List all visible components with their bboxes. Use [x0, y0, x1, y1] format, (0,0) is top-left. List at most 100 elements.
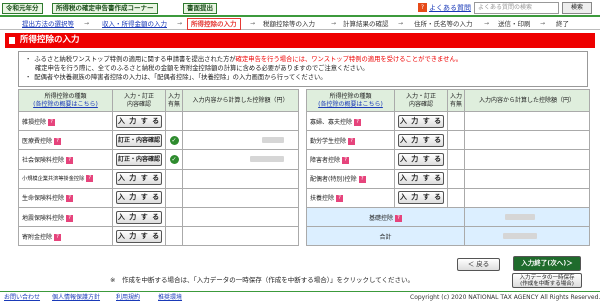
step-arrow-icon: →: [484, 20, 490, 27]
save-label-2: (作成を中断する場合): [520, 281, 574, 287]
help-icon[interactable]: ?: [354, 118, 362, 126]
help-icon[interactable]: ?: [48, 118, 56, 126]
submission-mode-tag: 書面提出: [183, 3, 217, 14]
notice-box: ・ふるさと納税ワンストップ特例の適用に関する申請書を提出された方が確定申告を行う…: [18, 51, 588, 87]
input-header: 入力・訂正 内容確認: [112, 89, 166, 112]
table-row: 障害者控除? 入 力 す る: [306, 149, 590, 170]
faq-search-button[interactable]: 検索: [562, 2, 592, 14]
input-header: 入力・訂正 内容確認: [394, 89, 448, 112]
help-icon[interactable]: ?: [66, 214, 74, 222]
faq-link[interactable]: ? よくある質問: [418, 3, 471, 13]
check-icon: ✓: [169, 154, 179, 164]
input-button[interactable]: 入 力 す る: [398, 191, 444, 205]
step-arrow-icon: →: [177, 20, 183, 27]
step-send-print: 送信・印刷: [498, 20, 531, 28]
header-divider: [0, 15, 600, 17]
recommended-env-link[interactable]: 推奨環境: [158, 293, 182, 303]
table-header-row: 所得控除の種類 (各控除の概要はこちら) 入力・訂正 内容確認 入力 有無 入力内…: [18, 89, 299, 112]
basic-deduction-label: 基礎控除?: [306, 206, 465, 228]
deduction-name: 地震保険料控除?: [18, 206, 113, 228]
total-amount: [464, 226, 590, 247]
help-icon[interactable]: ?: [66, 195, 74, 203]
help-icon[interactable]: ?: [54, 137, 62, 145]
step-result-check: 計算結果の確認: [343, 20, 389, 28]
deduction-name: 配偶者(特別)控除?: [306, 168, 395, 189]
amount-header: 入力内容から計算した控除額（円）: [182, 89, 299, 112]
table-row: 地震保険料控除? 入 力 す る: [18, 206, 299, 228]
deduction-name: 障害者控除?: [306, 149, 395, 170]
input-button[interactable]: 入 力 す る: [398, 133, 444, 147]
deduction-name: 勤労学生控除?: [306, 130, 395, 151]
help-icon[interactable]: ?: [358, 176, 366, 184]
deduction-name: 寡婦、寡夫控除?: [306, 110, 395, 132]
input-button[interactable]: 入 力 す る: [116, 229, 162, 243]
help-icon[interactable]: ?: [66, 156, 74, 164]
edit-confirm-button[interactable]: 訂正・内容確認: [116, 152, 162, 166]
input-button[interactable]: 入 力 す る: [398, 114, 444, 128]
input-button[interactable]: 入 力 す る: [116, 114, 162, 128]
save-footnote: ※ 作成を中断する場合は、「入力データの一時保存（作成を中断する場合）」をクリッ…: [110, 276, 415, 284]
table-row: 勤労学生控除? 入 力 す る: [306, 130, 590, 151]
deduction-amount: [182, 149, 299, 170]
step-arrow-icon: →: [398, 20, 404, 27]
kind-header: 所得控除の種類 (各控除の概要はこちら): [306, 89, 395, 112]
deduction-overview-link[interactable]: (各控除の概要はこちら): [318, 101, 383, 108]
check-icon: ✓: [169, 135, 179, 145]
help-icon[interactable]: ?: [395, 214, 402, 222]
progress-steps: 提出方法の選択等 → 収入・所得金額の入力 → 所得控除の入力 → 税額控除等の…: [0, 18, 600, 30]
redacted-amount: [250, 156, 284, 163]
step-income-input[interactable]: 収入・所得金額の入力: [102, 18, 167, 30]
deduction-name: 生命保険料控除?: [18, 187, 113, 208]
notice-line-1: ・ふるさと納税ワンストップ特例の適用に関する申請書を提出された方が確定申告を行う…: [25, 56, 463, 63]
step-submission-method[interactable]: 提出方法の選択等: [22, 18, 74, 30]
input-button[interactable]: 入 力 す る: [398, 172, 444, 186]
amount-header: 入力内容から計算した控除額（円）: [464, 89, 590, 112]
input-button[interactable]: 入 力 す る: [116, 210, 162, 224]
temporary-save-button[interactable]: 入力データの一時保存 (作成を中断する場合): [512, 273, 582, 288]
basic-deduction-amount: [464, 206, 590, 228]
table-row: 寄附金控除? 入 力 す る: [18, 226, 299, 247]
input-button[interactable]: 入 力 す る: [398, 152, 444, 166]
basic-deduction-row: 基礎控除?: [306, 206, 590, 228]
help-icon[interactable]: ?: [342, 156, 350, 164]
deduction-name: 医療費控除?: [18, 130, 113, 151]
step-arrow-icon: →: [250, 20, 256, 27]
deduction-overview-link[interactable]: (各控除の概要はこちら): [33, 101, 98, 108]
kind-header: 所得控除の種類 (各控除の概要はこちら): [18, 89, 113, 112]
help-icon[interactable]: ?: [336, 195, 344, 203]
faq-label: よくある質問: [429, 4, 471, 12]
step-arrow-icon: →: [540, 20, 546, 27]
help-icon[interactable]: ?: [86, 175, 94, 183]
redacted-amount: [262, 137, 284, 144]
deduction-amount: [182, 130, 299, 151]
copyright: Copyright (c) 2020 NATIONAL TAX AGENCY A…: [410, 294, 600, 301]
table-row: 扶養控除? 入 力 す る: [306, 187, 590, 208]
edit-confirm-button[interactable]: 訂正・内容確認: [116, 133, 162, 147]
contact-link[interactable]: お問い合わせ: [4, 293, 40, 303]
deduction-name: 雑損控除?: [18, 110, 113, 132]
table-row: 寡婦、寡夫控除? 入 力 す る: [306, 110, 590, 132]
step-address-input: 住所・氏名等の入力: [414, 20, 473, 28]
total-label: 合計: [306, 226, 465, 247]
deduction-name: 寄附金控除?: [18, 226, 113, 247]
back-button[interactable]: ＜ 戻る: [457, 258, 500, 271]
privacy-policy-link[interactable]: 個人情報保護方針: [52, 293, 100, 303]
question-icon: ?: [418, 3, 427, 12]
notice-line-2: 確定申告を行う際に、全てのふるさと納税の金額を寄附金控除額の計算に含める必要があ…: [35, 65, 369, 72]
input-button[interactable]: 入 力 す る: [116, 172, 162, 186]
redacted-amount: [503, 233, 537, 240]
faq-search-input[interactable]: よくある質問の検索: [474, 2, 559, 14]
top-bar: 令和元年分 所得税の確定申告書作成コーナー 書面提出 ? よくある質問 よくある質…: [0, 0, 600, 16]
step-arrow-icon: →: [84, 20, 90, 27]
input-button[interactable]: 入 力 す る: [116, 191, 162, 205]
page-title-bar: 所得控除の入力: [5, 33, 595, 48]
app-title-tag: 所得税の確定申告書作成コーナー: [52, 3, 158, 14]
terms-link[interactable]: 利用規約: [116, 293, 140, 303]
help-icon[interactable]: ?: [54, 233, 62, 241]
deduction-name: 小規模企業共済等掛金控除?: [18, 168, 113, 189]
help-icon[interactable]: ?: [348, 137, 356, 145]
next-button[interactable]: 入力終了(次へ)＞: [513, 256, 581, 271]
table-row: 雑損控除? 入 力 す る: [18, 110, 299, 132]
deduction-table-right: 所得控除の種類 (各控除の概要はこちら) 入力・訂正 内容確認 入力 有無 入力内…: [306, 89, 590, 247]
table-row: 小規模企業共済等掛金控除? 入 力 す る: [18, 168, 299, 189]
